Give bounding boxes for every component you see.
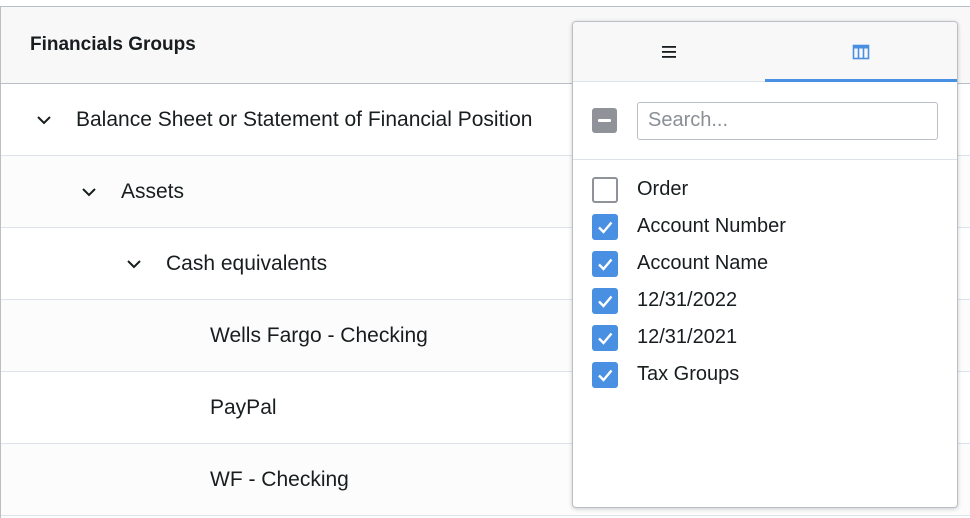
row-label: Assets	[121, 179, 185, 203]
column-checkbox[interactable]	[592, 250, 618, 277]
tab-general-menu[interactable]	[573, 22, 765, 81]
column-menu-tabs	[573, 22, 957, 82]
check-icon	[598, 295, 613, 308]
row-label: Balance Sheet or Statement of Financial …	[76, 107, 533, 131]
column-checkbox[interactable]	[592, 324, 618, 351]
column-item-2022[interactable]: 12/31/2022	[573, 282, 957, 319]
column-item-account-name[interactable]: Account Name	[573, 245, 957, 282]
chevron-down-icon[interactable]	[32, 108, 56, 132]
column-item-2021[interactable]: 12/31/2021	[573, 319, 957, 356]
row-label: Cash equivalents	[166, 251, 328, 275]
row-label: WF - Checking	[210, 467, 349, 491]
check-icon	[598, 369, 613, 382]
row-label: Wells Fargo - Checking	[210, 323, 428, 347]
group-column-header-label: Financials Groups	[30, 34, 196, 55]
column-checkbox[interactable]	[592, 361, 618, 388]
tab-columns[interactable]	[765, 22, 957, 82]
column-search-input[interactable]	[637, 101, 938, 140]
column-item-order[interactable]: Order	[573, 171, 957, 208]
indeterminate-icon	[598, 119, 611, 122]
column-checkbox[interactable]	[592, 176, 618, 203]
column-menu-panel: Order Account Number Account Name 12/31/…	[572, 21, 958, 508]
column-label: Account Number	[637, 215, 786, 237]
column-label: Order	[637, 178, 689, 200]
menu-icon	[662, 45, 676, 58]
columns-icon	[852, 44, 870, 59]
chevron-down-icon[interactable]	[122, 252, 146, 276]
column-search-row	[573, 82, 957, 160]
check-icon	[598, 258, 613, 271]
column-checkbox[interactable]	[592, 287, 618, 314]
column-checkbox[interactable]	[592, 213, 618, 240]
column-label: Account Name	[637, 252, 769, 274]
column-list: Order Account Number Account Name 12/31/…	[573, 160, 957, 393]
column-item-account-number[interactable]: Account Number	[573, 208, 957, 245]
check-icon	[598, 221, 613, 234]
select-all-checkbox[interactable]	[592, 108, 617, 133]
column-item-tax-groups[interactable]: Tax Groups	[573, 356, 957, 393]
column-label: 12/31/2021	[637, 326, 738, 348]
row-label: PayPal	[210, 395, 277, 419]
column-label: 12/31/2022	[637, 289, 738, 311]
check-icon	[598, 332, 613, 345]
chevron-down-icon[interactable]	[77, 180, 101, 204]
column-label: Tax Groups	[637, 363, 740, 385]
